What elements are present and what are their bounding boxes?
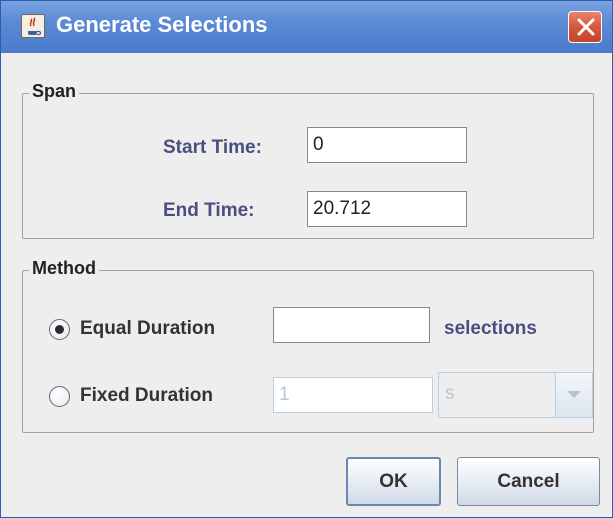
- end-time-label: End Time:: [163, 200, 255, 221]
- title-bar[interactable]: Generate Selections: [1, 1, 612, 53]
- close-x-icon: [577, 18, 595, 36]
- java-coffee-cup-icon: [21, 14, 45, 38]
- equal-duration-input[interactable]: [273, 307, 430, 343]
- duration-unit-select[interactable]: s: [438, 372, 593, 418]
- cancel-button[interactable]: Cancel: [457, 457, 600, 506]
- equal-duration-label[interactable]: Equal Duration: [80, 318, 215, 340]
- ok-button[interactable]: OK: [346, 457, 441, 506]
- close-button[interactable]: [568, 11, 602, 43]
- fixed-duration-radio[interactable]: [49, 386, 70, 407]
- equal-duration-radio[interactable]: [49, 319, 70, 340]
- window-title: Generate Selections: [56, 12, 268, 37]
- duration-unit-value: s: [445, 383, 455, 404]
- end-time-input[interactable]: [307, 191, 467, 227]
- start-time-input[interactable]: [307, 127, 467, 163]
- method-group-legend: Method: [29, 258, 99, 279]
- fixed-duration-label[interactable]: Fixed Duration: [80, 385, 213, 407]
- radio-selected-dot: [55, 325, 64, 334]
- start-time-label: Start Time:: [163, 137, 262, 158]
- span-group-legend: Span: [29, 81, 80, 102]
- generate-selections-dialog: Generate Selections Span Start Time: End…: [0, 0, 613, 518]
- dropdown-arrow-button[interactable]: [555, 373, 592, 417]
- chevron-down-icon: [567, 391, 581, 398]
- selections-unit-label: selections: [444, 318, 537, 339]
- fixed-duration-input[interactable]: [273, 377, 433, 413]
